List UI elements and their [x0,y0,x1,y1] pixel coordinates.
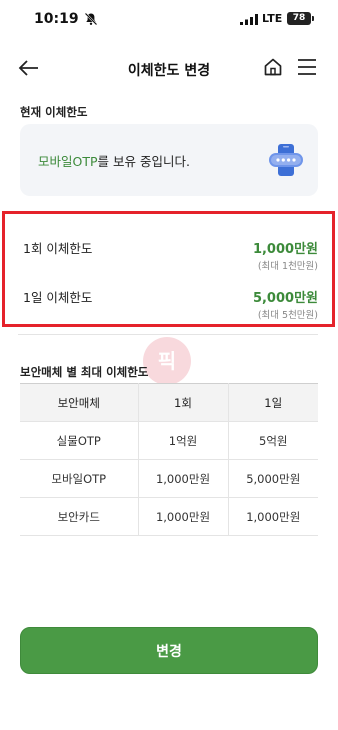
limit-row-per-transfer: 1회 이체한도 1,000만원 (최대 1천만원) [5,218,332,272]
limit-label: 1일 이체한도 [23,290,93,305]
status-bar: 10:19 LTE 78 [0,0,338,40]
watermark-logo: 픽 [143,337,191,385]
table-cell: 1,000만원 [227,497,318,536]
limit-row-per-day: 1일 이체한도 5,000만원 (최대 5천만원) [5,267,332,321]
otp-status-text: 모바일OTP를 보유 중입니다. [38,151,190,170]
table-header-row: 보안매체 1회 1일 [20,383,318,422]
signal-icon [240,14,258,25]
table-row: 보안카드 1,000만원 1,000만원 [20,497,318,536]
column-header: 1회 [137,383,229,422]
table-cell: 1,000만원 [137,497,229,536]
table-row: 모바일OTP 1,000만원 5,000만원 [20,459,318,498]
current-limit-label: 현재 이체한도 [20,105,88,119]
table-cell: 보안카드 [20,497,139,536]
table-cell: 5,000만원 [227,459,318,498]
table-cell: 실물OTP [20,421,139,460]
otp-type: 모바일OTP [38,154,98,169]
limit-value: 5,000만원 [252,291,318,306]
table-cell: 모바일OTP [20,459,139,498]
table-cell: 5억원 [227,421,318,460]
app-header: 이체한도 변경 [0,48,338,88]
mobile-otp-icon [269,144,303,176]
column-header: 1일 [227,383,318,422]
network-type: LTE [262,12,283,25]
media-limit-table: 보안매체 1회 1일 실물OTP 1억원 5억원 모바일OTP 1,000만원 … [20,383,318,536]
table-cell: 1억원 [137,421,229,460]
otp-status-card: 모바일OTP를 보유 중입니다. [20,124,318,196]
table-cell: 1,000만원 [137,459,229,498]
otp-status-suffix: 를 보유 중입니다. [97,154,190,169]
section-divider [18,334,318,335]
column-header: 보안매체 [20,383,139,422]
menu-icon[interactable] [297,58,317,76]
bell-mute-icon [84,12,98,26]
battery-icon: 78 [287,12,314,25]
change-button[interactable]: 변경 [20,627,318,674]
transfer-limits-box: 1회 이체한도 1,000만원 (최대 1천만원) 1일 이체한도 5,000만… [2,211,335,327]
media-limit-label: 보안매체 별 최대 이체한도 [20,365,149,379]
status-time: 10:19 [34,11,79,27]
limit-label: 1회 이체한도 [23,241,93,256]
limit-value: 1,000만원 [252,242,318,257]
home-icon[interactable] [263,57,283,77]
limit-max-note: (최대 5천만원) [257,310,318,321]
table-row: 실물OTP 1억원 5억원 [20,421,318,460]
page-title: 이체한도 변경 [127,63,211,79]
